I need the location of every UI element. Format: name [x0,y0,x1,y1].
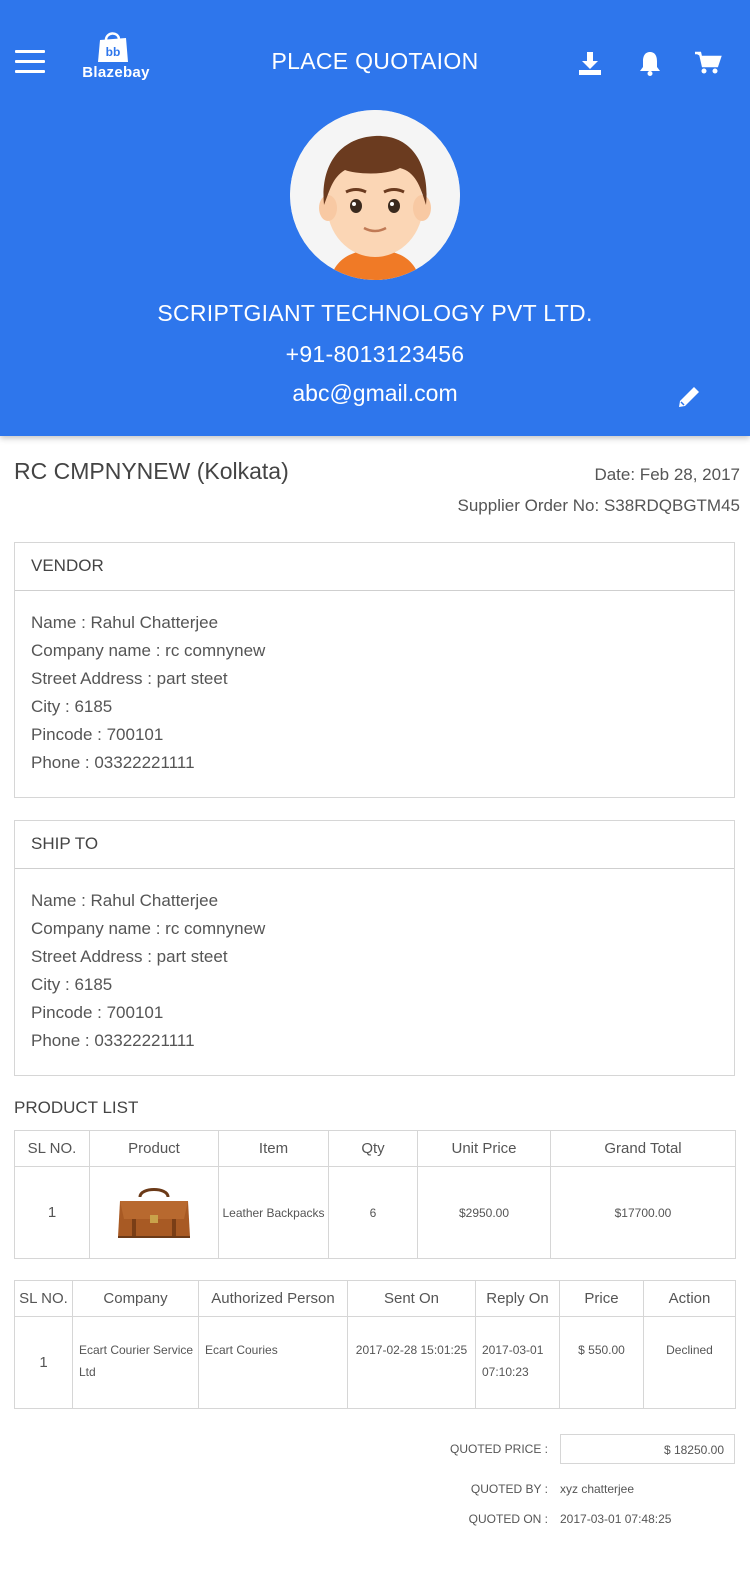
unit-price-cell: $2950.00 [417,1166,551,1259]
vendor-heading: VENDOR [15,543,734,591]
ship-to-name: Name : Rahul Chatterjee [31,891,219,910]
vendor-city: City : 6185 [31,697,113,716]
column-header: Company [72,1280,199,1317]
ship-to-street: Street Address : part steet [31,947,228,966]
profile-phone: +91-8013123456 [285,341,465,367]
download-icon[interactable] [575,48,605,78]
quotes-table: SL NO. Company Authorized Person Sent On… [14,1280,736,1409]
quoted-on-label: QUOTED ON : [468,1512,548,1526]
pencil-icon[interactable] [675,383,703,411]
quoted-price-value: $ 18250.00 [560,1434,735,1464]
order-date: Date: Feb 28, 2017 [594,465,740,484]
table-row: 1 Ecart Courier Service Ltd Ecart Courie… [14,1316,736,1409]
product-image-cell[interactable] [89,1166,219,1259]
vendor-name: Name : Rahul Chatterjee [31,613,219,632]
app-logo[interactable]: bb Blazebay [76,24,156,88]
table-row: 1 Leather Backpacks 6 $2950.00 $17700.00 [14,1166,736,1259]
price-cell: $ 550.00 [559,1316,644,1409]
profile-header: bb Blazebay PLACE QUOTAION SCRIPTGIANT T… [0,0,750,436]
ship-to-company: Company name : rc comnynew [31,919,266,938]
column-header: Grand Total [550,1130,736,1167]
quoted-on-value: 2017-03-01 07:48:25 [560,1512,672,1526]
ship-to-phone: Phone : 03322221111 [31,1031,195,1050]
supplier-order-number: Supplier Order No: S38RDQBGTM45 [457,496,741,515]
column-header: Product [89,1130,219,1167]
qty-cell: 6 [328,1166,418,1259]
logo-text: Blazebay [82,64,150,81]
column-header: Reply On [475,1280,560,1317]
product-table: SL NO. Product Item Qty Unit Price Grand… [14,1130,736,1259]
column-header: Unit Price [417,1130,551,1167]
store-name: RC CMPNYNEW (Kolkata) [14,458,289,484]
quotes-table-header: SL NO. Company Authorized Person Sent On… [14,1280,736,1317]
column-header: Item [218,1130,329,1167]
ship-to-pincode: Pincode : 700101 [31,1003,164,1022]
page-title: PLACE QUOTAION [271,48,479,74]
vendor-street: Street Address : part steet [31,669,228,688]
column-header: SL NO. [14,1130,90,1167]
quoted-by-label: QUOTED BY : [470,1482,548,1496]
reply-on-cell: 2017-03-01 07:10:23 [475,1316,560,1409]
ship-to-city: City : 6185 [31,975,113,994]
action-cell[interactable]: Declined [643,1316,736,1409]
vendor-phone: Phone : 03322221111 [31,753,195,772]
column-header: Action [643,1280,736,1317]
column-header: Qty [328,1130,418,1167]
avatar [290,110,460,280]
column-header: Authorized Person [198,1280,348,1317]
svg-text:bb: bb [106,45,121,59]
profile-email: abc@gmail.com [292,380,458,406]
column-header: Sent On [347,1280,476,1317]
grand-total-cell: $17700.00 [550,1166,736,1259]
vendor-pincode: Pincode : 700101 [31,725,164,744]
sent-on-cell: 2017-02-28 15:01:25 [347,1316,476,1409]
profile-company-name: SCRIPTGIANT TECHNOLOGY PVT LTD. [157,300,593,326]
ship-to-heading: SHIP TO [15,821,734,869]
ship-to-panel: SHIP TO Name : Rahul Chatterjee Company … [14,820,735,1076]
column-header: Price [559,1280,644,1317]
sl-cell: 1 [14,1316,73,1409]
company-cell: Ecart Courier Service Ltd [72,1316,199,1409]
vendor-company: Company name : rc comnynew [31,641,266,660]
menu-icon[interactable] [15,50,45,74]
cart-icon[interactable] [693,48,723,78]
quoted-price-label: QUOTED PRICE : [449,1442,548,1456]
column-header: SL NO. [14,1280,73,1317]
product-table-header: SL NO. Product Item Qty Unit Price Grand… [14,1130,736,1167]
shopping-bag-logo-icon: bb [98,32,128,62]
item-cell: Leather Backpacks [218,1166,329,1259]
leather-bag-image[interactable] [114,1181,194,1245]
bell-icon[interactable] [635,48,665,78]
vendor-panel: VENDOR Name : Rahul Chatterjee Company n… [14,542,735,798]
product-list-title: PRODUCT LIST [14,1098,139,1117]
person-cell: Ecart Couries [198,1316,348,1409]
quoted-by-value: xyz chatterjee [560,1482,635,1496]
sl-cell: 1 [14,1166,90,1259]
